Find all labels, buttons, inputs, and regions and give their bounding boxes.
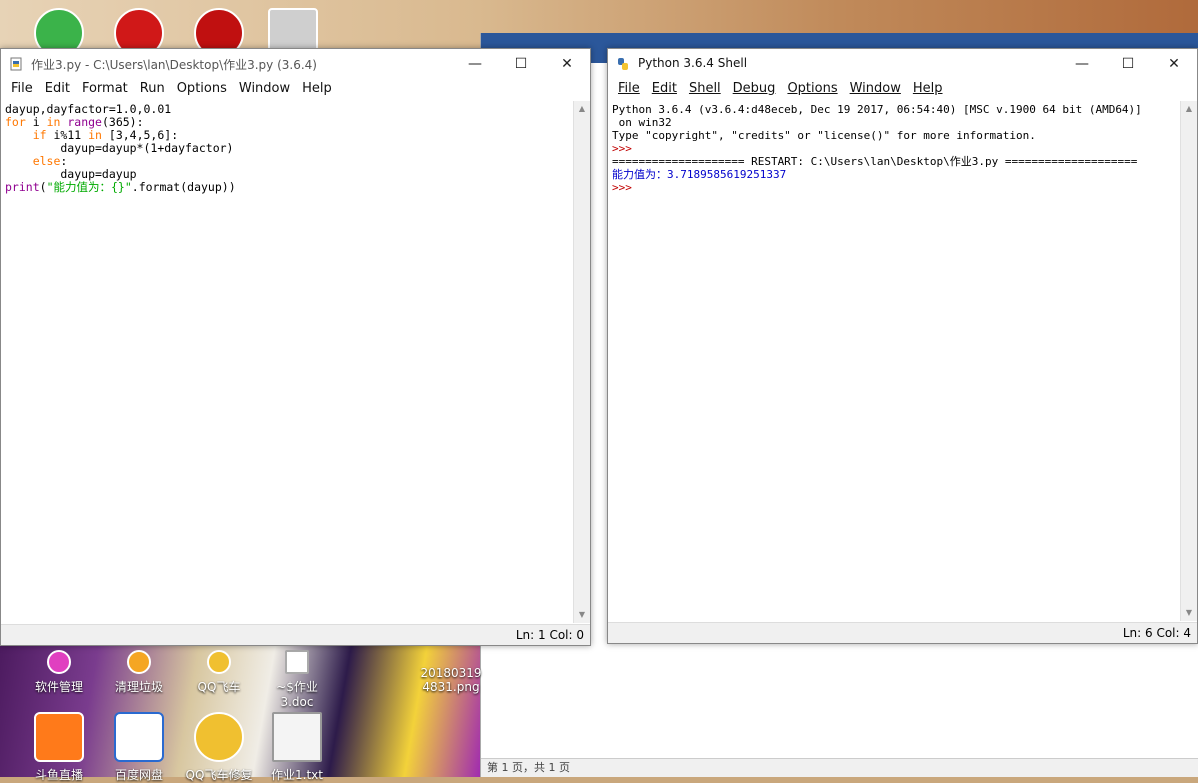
- shell-banner-line-3: Type "copyright", "credits" or "license(…: [612, 129, 1036, 142]
- desktop-icon-txt[interactable]: 作业1.txt: [262, 712, 332, 783]
- menu-debug[interactable]: Debug: [727, 79, 782, 99]
- word-status-bar: 第 1 页，共 1 页: [481, 758, 1198, 777]
- menu-window[interactable]: Window: [233, 79, 296, 99]
- scroll-down-arrow-icon[interactable]: ▼: [574, 607, 590, 623]
- desktop-icon-png[interactable]: 20180319 4831.png: [416, 650, 486, 694]
- code-line-4: dayup=dayup*(1+dayfactor): [5, 141, 234, 155]
- shell-menubar: File Edit Shell Debug Options Window Help: [608, 79, 1197, 99]
- menu-help[interactable]: Help: [907, 79, 949, 99]
- menu-shell[interactable]: Shell: [683, 79, 727, 99]
- shell-prompt: >>>: [612, 142, 639, 155]
- python-file-icon: [10, 57, 22, 71]
- shell-scrollbar[interactable]: ▲ ▼: [1180, 101, 1197, 621]
- editor-menubar: File Edit Format Run Options Window Help: [1, 79, 590, 99]
- baidu-pan-icon: [114, 712, 164, 762]
- menu-options[interactable]: Options: [781, 79, 843, 99]
- scroll-down-arrow-icon[interactable]: ▼: [1181, 605, 1197, 621]
- editor-scrollbar[interactable]: ▲ ▼: [573, 101, 590, 623]
- shell-titlebar[interactable]: Python 3.6.4 Shell — ☐ ✕: [608, 49, 1197, 79]
- desktop-icon-software[interactable]: 软件管理: [24, 650, 94, 695]
- scroll-up-arrow-icon[interactable]: ▲: [574, 101, 590, 117]
- code-line-7: print("能力值为：{}".format(dayup)): [5, 180, 236, 194]
- shell-window[interactable]: Python 3.6.4 Shell — ☐ ✕ File Edit Shell Debu…: [607, 48, 1198, 644]
- menu-options[interactable]: Options: [171, 79, 233, 99]
- menu-file[interactable]: File: [5, 79, 39, 99]
- close-button[interactable]: ✕: [544, 49, 590, 79]
- menu-edit[interactable]: Edit: [39, 79, 76, 99]
- menu-window[interactable]: Window: [844, 79, 907, 99]
- cleanup-icon: [127, 650, 151, 674]
- minimize-button[interactable]: —: [1059, 49, 1105, 79]
- editor-window-title: 作业3.py - C:\Users\lan\Desktop\作业3.py (3.…: [31, 58, 317, 72]
- maximize-button[interactable]: ☐: [498, 49, 544, 79]
- editor-titlebar[interactable]: 作业3.py - C:\Users\lan\Desktop\作业3.py (3.…: [1, 49, 590, 79]
- shell-window-controls: — ☐ ✕: [1059, 49, 1197, 79]
- menu-edit[interactable]: Edit: [646, 79, 683, 99]
- desktop-icon-qq-speed-repair[interactable]: QQ飞车修复: [184, 712, 254, 783]
- shell-restart-line: ==================== RESTART: C:\Users\l…: [612, 155, 1138, 168]
- python-logo-icon: [618, 58, 628, 70]
- shell-output[interactable]: Python 3.6.4 (v3.6.4:d48eceb, Dec 19 201…: [608, 101, 1181, 625]
- menu-format[interactable]: Format: [76, 79, 134, 99]
- minimize-button[interactable]: —: [452, 49, 498, 79]
- maximize-button[interactable]: ☐: [1105, 49, 1151, 79]
- editor-status-bar: Ln: 1 Col: 0: [1, 624, 590, 645]
- douyu-icon: [34, 712, 84, 762]
- software-manager-icon: [47, 650, 71, 674]
- editor-window[interactable]: 作业3.py - C:\Users\lan\Desktop\作业3.py (3.…: [0, 48, 591, 646]
- text-file-icon: [272, 712, 322, 762]
- desktop-icon-cleanup[interactable]: 清理垃圾: [104, 650, 174, 695]
- code-editor[interactable]: dayup,dayfactor=1.0,0.01 for i in range(3…: [1, 101, 574, 625]
- desktop-icon-douyu[interactable]: 斗鱼直播: [24, 712, 94, 783]
- menu-run[interactable]: Run: [134, 79, 171, 99]
- scroll-up-arrow-icon[interactable]: ▲: [1181, 101, 1197, 117]
- document-icon: [285, 650, 309, 674]
- shell-prompt: >>>: [612, 181, 639, 194]
- shell-status-bar: Ln: 6 Col: 4: [608, 622, 1197, 643]
- shell-banner-line-2: on win32: [612, 116, 672, 129]
- desktop-icon-baidu-pan[interactable]: 百度网盘: [104, 712, 174, 783]
- editor-window-controls: — ☐ ✕: [452, 49, 590, 79]
- menu-help[interactable]: Help: [296, 79, 338, 99]
- shell-banner-line-1: Python 3.6.4 (v3.6.4:d48eceb, Dec 19 201…: [612, 103, 1142, 116]
- qq-speed-icon: [207, 650, 231, 674]
- shell-program-output: 能力值为：3.7189585619251337: [612, 168, 787, 181]
- desktop-icon-qq-speed[interactable]: QQ飞车: [184, 650, 254, 695]
- close-button[interactable]: ✕: [1151, 49, 1197, 79]
- qq-speed-repair-icon: [194, 712, 244, 762]
- menu-file[interactable]: File: [612, 79, 646, 99]
- shell-window-title: Python 3.6.4 Shell: [638, 56, 748, 70]
